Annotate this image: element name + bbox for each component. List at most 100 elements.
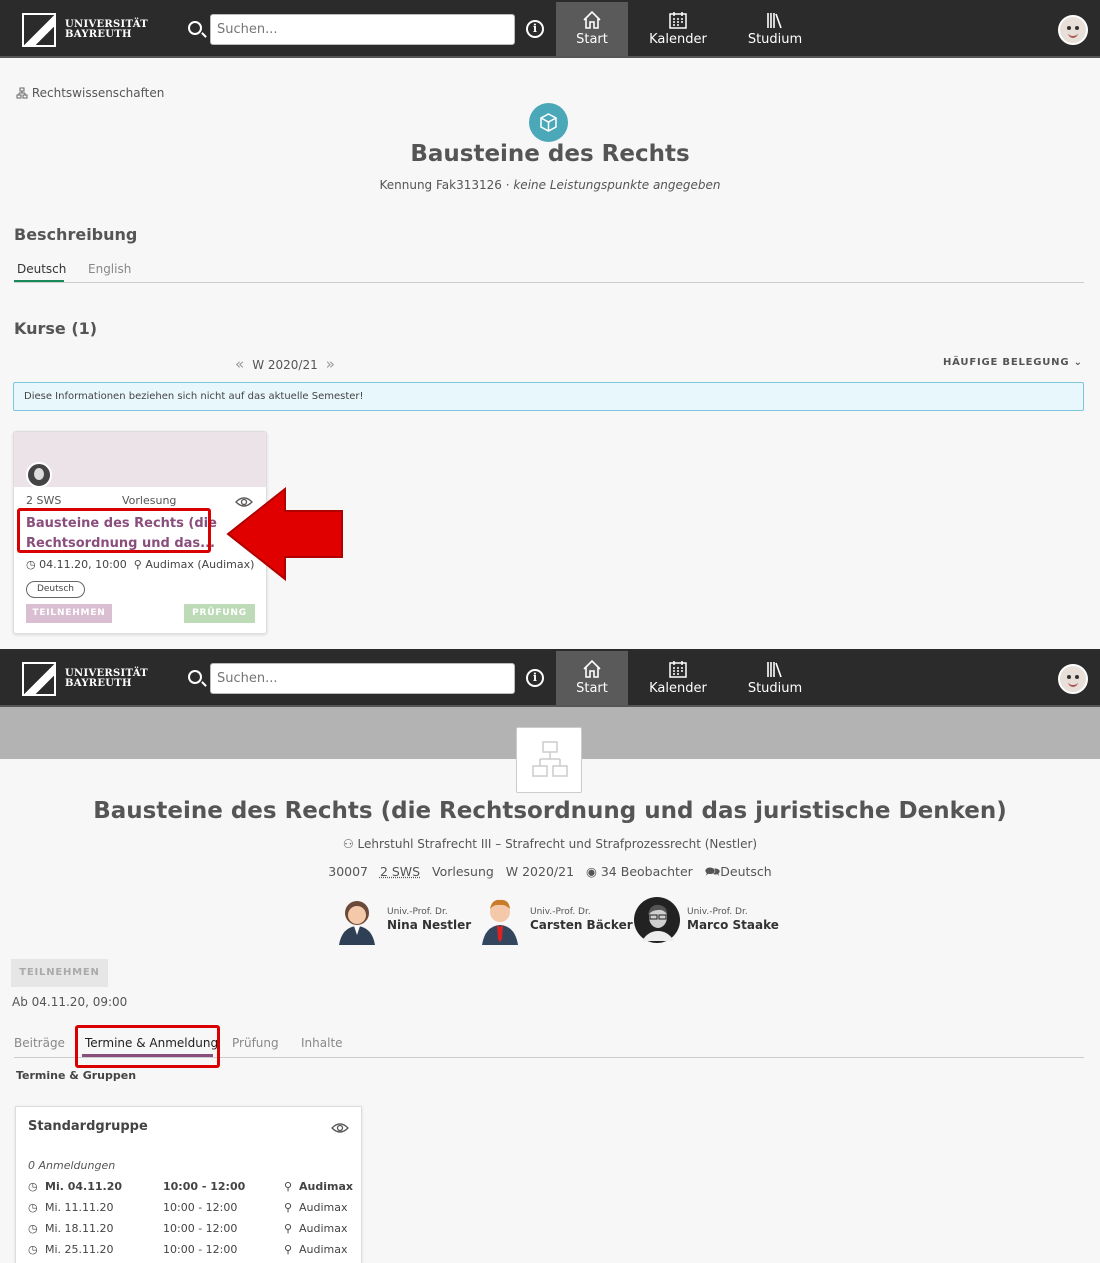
professor-avatar-female [339,901,375,945]
tab-english[interactable]: English [88,262,131,276]
logo-mark-icon [22,662,56,696]
info-icon[interactable]: i [526,20,544,38]
professor-photo [634,897,680,943]
course-observers: 34 Beobachter [600,864,693,879]
room: Audimax [299,1201,348,1214]
language-icon: 🗪 [704,864,721,879]
courses-heading: Kurse (1) [14,319,98,338]
nav-studium[interactable]: Studium [739,2,811,56]
room: Audimax [299,1222,348,1235]
course-chair[interactable]: ⚇ Lehrstuhl Strafrecht III – Strafrecht … [0,837,1100,851]
location-pin-icon: ⚲ [284,1201,293,1214]
date: Mi. 18.11.20 [45,1222,114,1235]
professor-title: Univ.-Prof. Dr. [687,907,748,917]
highlight-box-tab [75,1025,220,1068]
course-hierarchy-icon [516,727,582,793]
tab-pruefung[interactable]: Prüfung [232,1036,279,1050]
sort-dropdown[interactable]: HÄUFIGE BELEGUNG ⌄ [943,357,1083,368]
description-heading: Beschreibung [14,225,138,244]
semester-notice: Diese Informationen beziehen sich nicht … [13,382,1084,411]
time: 10:00 - 12:00 [163,1201,238,1214]
tab-beitraege[interactable]: Beiträge [14,1036,65,1050]
clock-icon: ◷ [28,1243,38,1256]
clock-icon: ◷ [28,1222,38,1235]
course-chair-label: Lehrstuhl Strafrecht III – Strafrecht un… [357,837,758,851]
professor-title: Univ.-Prof. Dr. [530,907,591,917]
join-from-text: Ab 04.11.20, 09:00 [12,995,128,1009]
card-time: 04.11.20, 10:00 [39,558,127,571]
semester-label: W 2020/21 [252,358,318,372]
nav-start[interactable]: Start [556,651,628,705]
home-icon [583,659,601,678]
next-semester-icon[interactable]: » [326,355,335,373]
location-pin-icon: ⚲ [284,1222,293,1235]
professor-name: Carsten Bäcker [530,918,633,932]
nav-studium[interactable]: Studium [739,651,811,705]
professor-name: Marco Staake [687,918,779,932]
nav-kalender-label: Kalender [649,681,707,696]
card-exam-button[interactable]: PRÜFUNG [184,604,255,623]
nav-start[interactable]: Start [556,2,628,56]
library-icon [767,662,782,678]
course-sws: 2 SWS [379,864,421,879]
nav-start-label: Start [576,32,608,47]
professor-avatar [26,462,52,488]
card-header [14,432,266,487]
module-subtitle: Kennung Fak313126 · keine Leistungspunkt… [0,178,1100,192]
sort-label: HÄUFIGE BELEGUNG [943,357,1070,368]
module-title: Bausteine des Rechts [410,141,690,167]
university-logo[interactable]: UNIVERSITÄT BAYREUTH [22,662,148,696]
nav-kalender[interactable]: Kalender [642,651,714,705]
calendar-icon [669,12,687,29]
logo-line2: BAYREUTH [65,29,132,40]
location-pin-icon: ⚲ [284,1180,293,1193]
logo-line2: BAYREUTH [65,678,132,689]
join-button[interactable]: TEILNEHMEN [11,959,108,987]
library-icon [767,13,782,29]
clock-icon: ◷ [26,558,36,571]
room: Audimax [299,1180,353,1193]
card-sws: 2 SWS [26,494,62,507]
university-logo[interactable]: UNIVERSITÄT BAYREUTH [22,13,148,47]
course-number: 30007 [328,864,369,879]
nav-start-label: Start [576,681,608,696]
nav-kalender[interactable]: Kalender [642,2,714,56]
search-icon[interactable] [188,21,202,35]
group-name: Standardgruppe [28,1119,148,1134]
org-icon: ⚇ [342,837,354,851]
info-icon[interactable]: i [526,669,544,687]
search-input[interactable] [210,14,515,45]
course-semester: W 2020/21 [505,864,575,879]
section-heading: Termine & Gruppen [16,1069,137,1082]
search-input[interactable] [210,663,515,694]
search-icon[interactable] [188,670,202,684]
professor-name: Nina Nestler [387,918,472,932]
tab-deutsch[interactable]: Deutsch [17,262,66,276]
professor-avatar-male [482,899,518,945]
top-navbar-2: UNIVERSITÄTBAYREUTH i Start Kalender Stu… [0,649,1100,707]
nav-studium-label: Studium [747,32,803,47]
divider [14,282,1084,283]
eye-icon[interactable] [331,1122,349,1134]
calendar-icon [669,661,687,678]
prev-semester-icon[interactable]: « [235,355,244,373]
user-avatar[interactable] [1058,664,1088,694]
home-icon [583,10,601,29]
card-join-button[interactable]: TEILNEHMEN [26,604,112,623]
time: 10:00 - 12:00 [163,1243,238,1256]
location-pin-icon: ⚲ [284,1243,293,1256]
course-language: Deutsch [720,864,772,879]
tab-inhalte[interactable]: Inhalte [301,1036,343,1050]
breadcrumb-label: Rechtswissenschaften [31,86,165,100]
course-type: Vorlesung [432,864,494,879]
logo-mark-icon [22,13,56,47]
breadcrumb[interactable]: Rechtswissenschaften [16,86,164,100]
group-card: Standardgruppe 0 Anmeldungen ◷ Mi. 04.11.… [15,1106,362,1263]
card-type: Vorlesung [122,494,177,507]
time: 10:00 - 12:00 [163,1180,246,1193]
date: Mi. 25.11.20 [45,1243,114,1256]
clock-icon: ◷ [28,1180,38,1193]
time: 10:00 - 12:00 [163,1222,238,1235]
professor-title: Univ.-Prof. Dr. [387,907,448,917]
user-avatar[interactable] [1058,15,1088,45]
